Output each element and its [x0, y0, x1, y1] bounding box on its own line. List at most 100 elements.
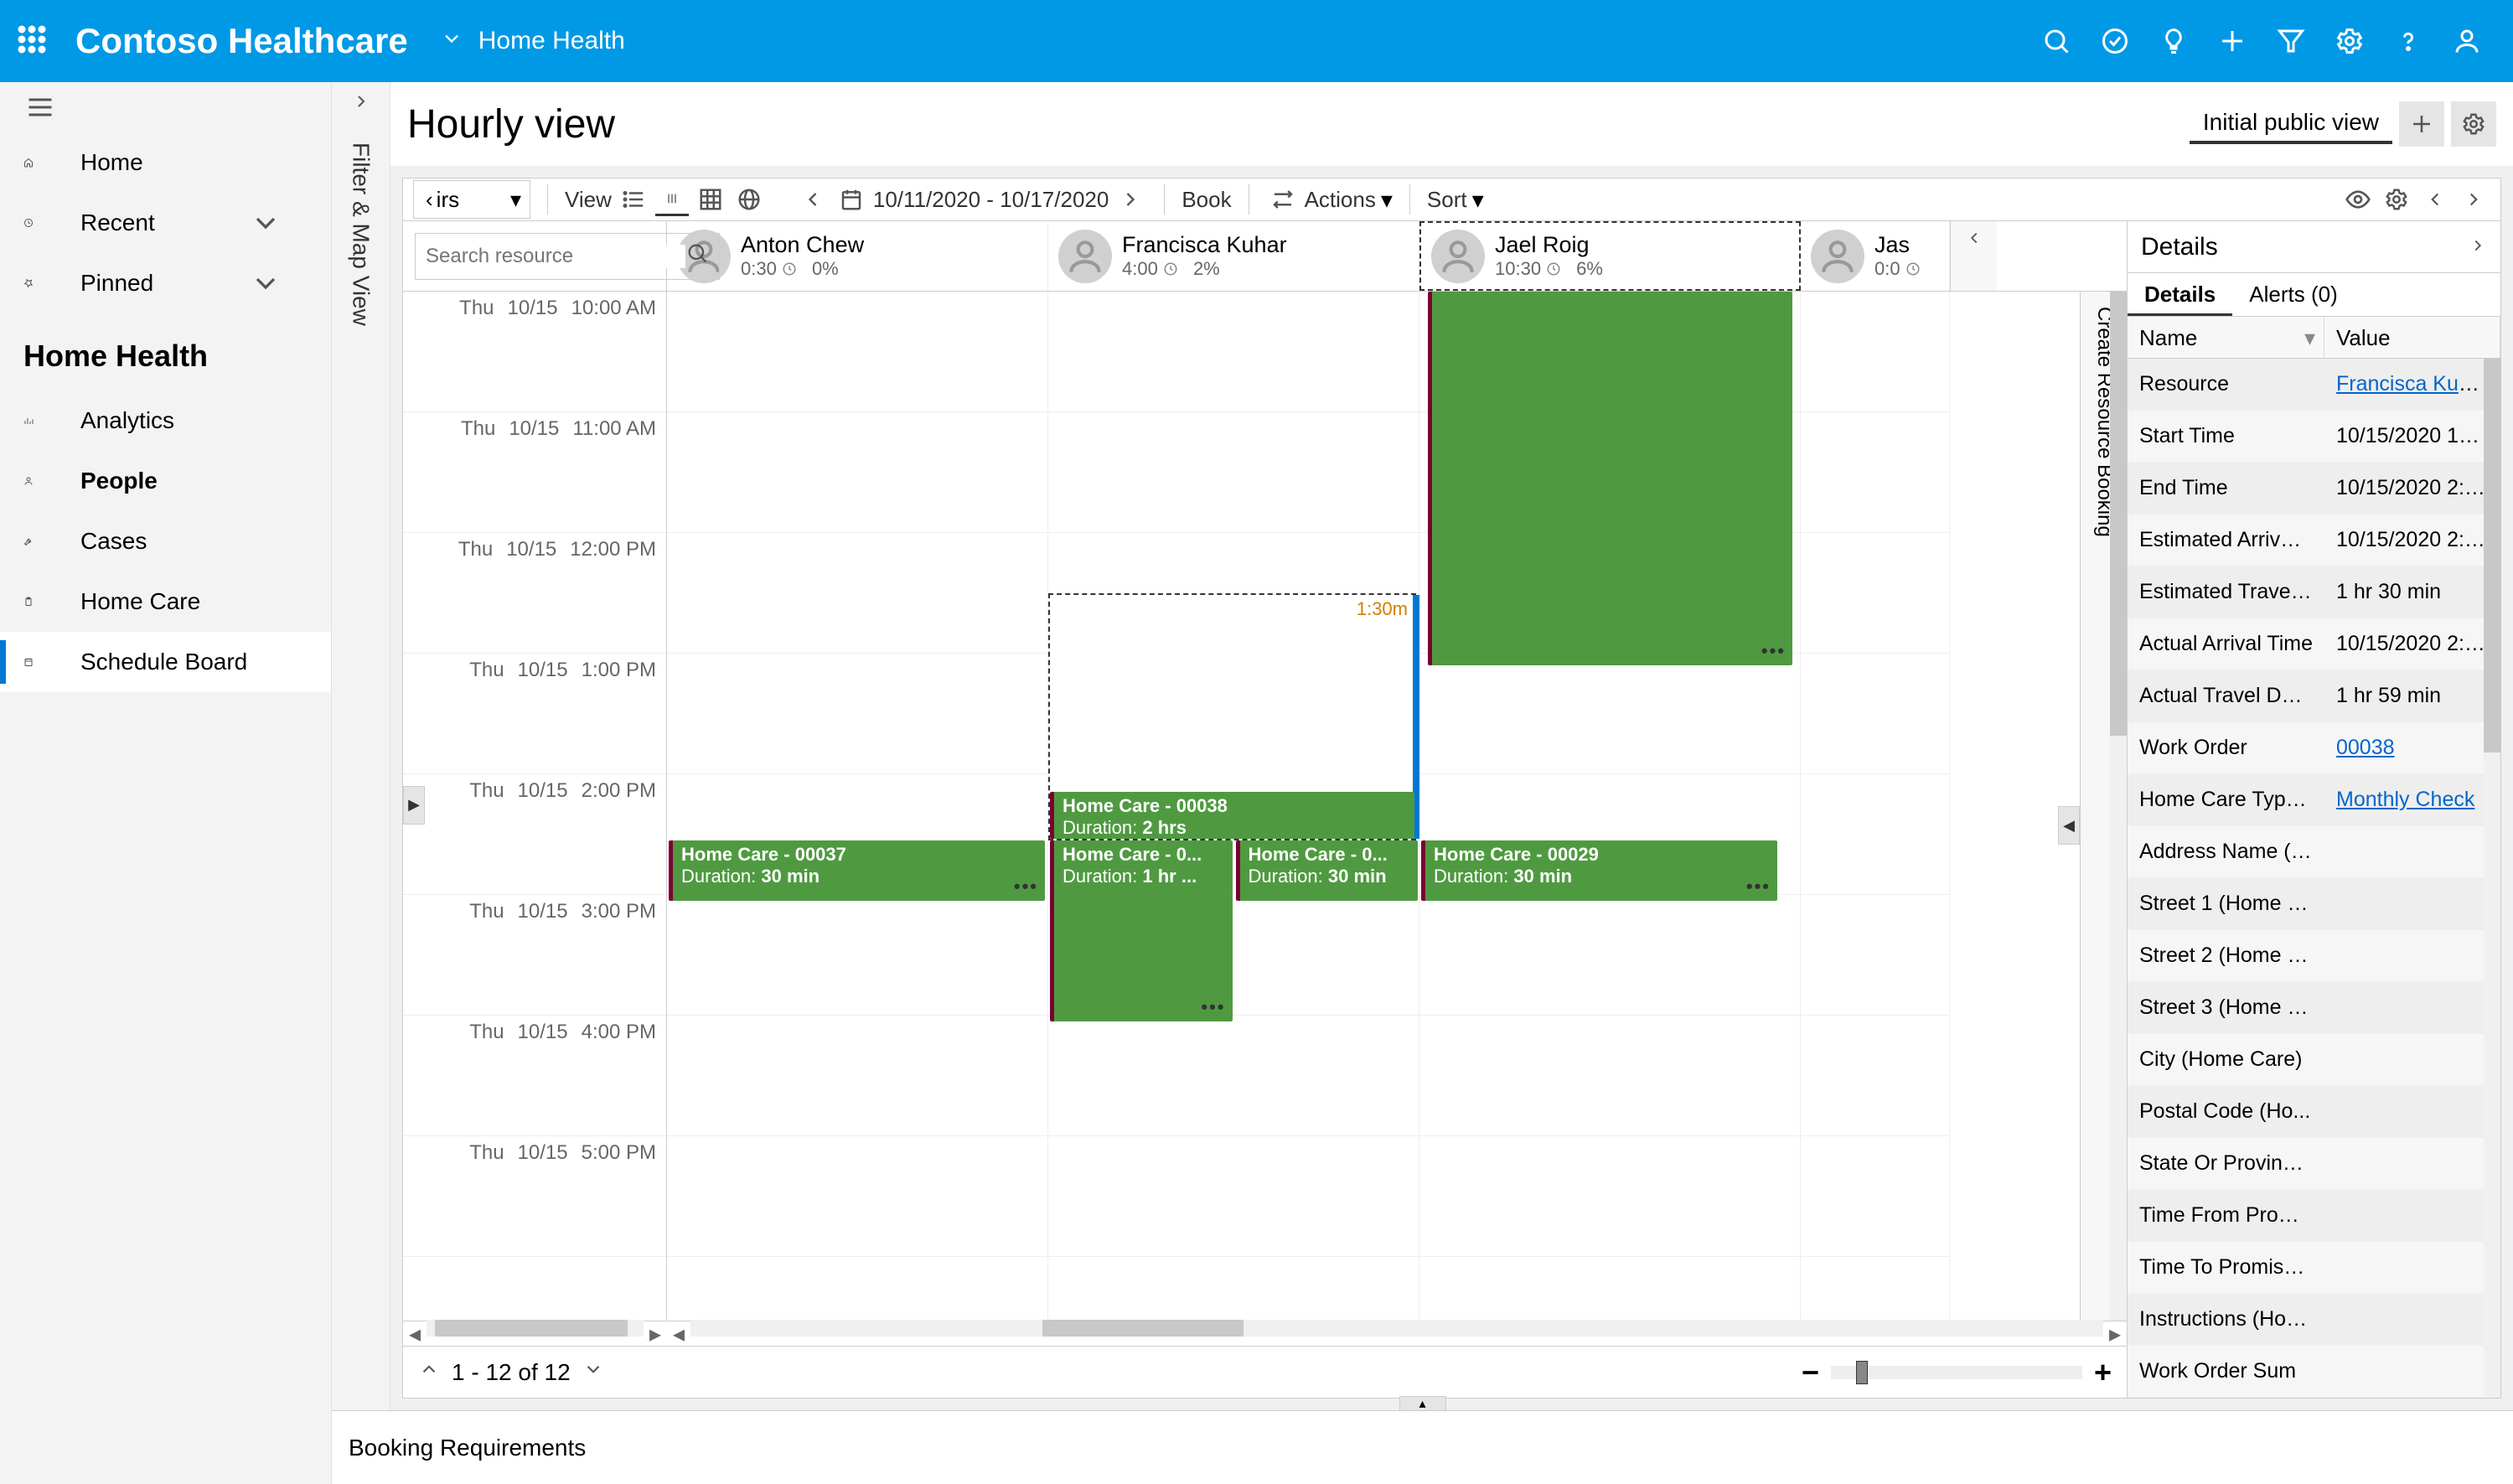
- view-grid-icon[interactable]: [694, 183, 727, 216]
- view-list-icon[interactable]: [617, 183, 650, 216]
- filter-map-strip[interactable]: Filter & Map View: [332, 82, 390, 1410]
- search-input[interactable]: [426, 245, 685, 268]
- tab-initial-public-view[interactable]: Initial public view: [2190, 104, 2392, 144]
- nav-people[interactable]: People: [0, 451, 331, 511]
- vertical-scrollbar-details[interactable]: [2484, 359, 2500, 1398]
- details-grid-header: Name Value: [2128, 317, 2500, 359]
- details-col-value[interactable]: Value: [2324, 317, 2500, 358]
- filter-icon[interactable]: [2262, 12, 2320, 70]
- hscroll-gutter-track[interactable]: [427, 1320, 644, 1337]
- booking-block[interactable]: Home Care - 0...Duration: 30 min: [1236, 840, 1419, 901]
- gear-icon[interactable]: [2380, 183, 2413, 216]
- calendar-icon[interactable]: [835, 183, 868, 216]
- vertical-scrollbar-lanes[interactable]: [2110, 292, 2127, 1321]
- nav-pinned[interactable]: Pinned: [0, 253, 331, 313]
- hscroll-lanes-track[interactable]: [690, 1320, 2103, 1337]
- booking-block[interactable]: Home Care - 00029Duration: 30 min•••: [1421, 840, 1777, 901]
- details-link[interactable]: Monthly Check: [2336, 788, 2474, 811]
- settings-icon[interactable]: [2320, 12, 2379, 70]
- details-row: Estimated Travel ...1 hr 30 min: [2128, 566, 2500, 618]
- book-label[interactable]: Book: [1182, 187, 1231, 213]
- booking-menu-icon[interactable]: •••: [1761, 640, 1786, 662]
- search-icon[interactable]: [685, 241, 709, 271]
- app-launcher-icon[interactable]: [17, 24, 50, 58]
- zoom-slider[interactable]: [1831, 1366, 2082, 1379]
- user-icon[interactable]: [2438, 12, 2496, 70]
- hscroll-row: ◂ ▸ ◂ ▸: [403, 1321, 2127, 1346]
- pager-down-button[interactable]: [582, 1358, 604, 1386]
- app-name[interactable]: Contoso Healthcare: [75, 21, 408, 61]
- booking-block[interactable]: Home Care - 00038 Duration: 2 hrs: [1050, 792, 1414, 839]
- task-icon[interactable]: [2086, 12, 2144, 70]
- zoom-in-button[interactable]: +: [2094, 1355, 2112, 1390]
- search-icon[interactable]: [2027, 12, 2086, 70]
- scroll-left-button[interactable]: [2418, 183, 2452, 216]
- details-link[interactable]: 00038: [2336, 736, 2395, 759]
- view-map-icon[interactable]: [732, 183, 766, 216]
- details-field-value: 1 hr 30 min: [2324, 580, 2500, 604]
- nav-recent[interactable]: Recent: [0, 193, 331, 253]
- hscroll-right[interactable]: ▸: [644, 1320, 667, 1347]
- time-row: Thu10/151:00 PM: [403, 654, 666, 774]
- schedule-lanes[interactable]: ••• 1:30m Home Care - 00038 Duration: 2 h…: [667, 292, 2080, 1321]
- details-link[interactable]: Francisca Kuhar: [2336, 372, 2489, 396]
- hscroll-lanes-left[interactable]: ◂: [667, 1320, 690, 1347]
- tab-details[interactable]: Details: [2128, 273, 2232, 316]
- resource-cell[interactable]: Jael Roig 10:30 6%: [1419, 221, 1801, 291]
- area-switcher-icon[interactable]: [440, 27, 463, 56]
- booking-block[interactable]: Home Care - 0...Duration: 1 hr ...•••: [1050, 840, 1233, 1021]
- add-icon[interactable]: [2203, 12, 2262, 70]
- nav-analytics[interactable]: Analytics: [0, 390, 331, 451]
- booking-menu-icon[interactable]: •••: [1201, 996, 1225, 1018]
- swap-icon[interactable]: [1266, 183, 1300, 216]
- chevron-right-icon[interactable]: [351, 90, 371, 117]
- nav-home[interactable]: Home: [0, 132, 331, 193]
- nav-pinned-label: Pinned: [80, 270, 153, 297]
- resource-search-box[interactable]: [415, 233, 720, 280]
- hscroll-left[interactable]: ◂: [403, 1320, 427, 1347]
- chart-icon: [23, 404, 57, 437]
- lightbulb-icon[interactable]: [2144, 12, 2203, 70]
- eye-icon[interactable]: [2341, 183, 2375, 216]
- details-field-name: Time To Promised...: [2128, 1255, 2324, 1280]
- drag-handle-icon[interactable]: ▴: [1399, 1396, 1446, 1411]
- details-field-name: Start Time: [2128, 424, 2324, 448]
- expand-right-button[interactable]: ◀: [2058, 806, 2080, 845]
- nav-homecare[interactable]: Home Care: [0, 571, 331, 632]
- resource-lane[interactable]: [1801, 292, 1950, 1321]
- resource-cell[interactable]: Francisca Kuhar 4:00 2%: [1048, 221, 1419, 291]
- nav-scheduleboard[interactable]: Schedule Board: [0, 632, 331, 692]
- view-hourly-icon[interactable]: [655, 183, 689, 216]
- help-icon[interactable]: [2379, 12, 2438, 70]
- details-field-value: 10/15/2020 2:33 P...: [2324, 476, 2500, 500]
- booking-menu-icon[interactable]: •••: [1746, 876, 1771, 897]
- sort-label[interactable]: Sort: [1427, 187, 1467, 213]
- hscroll-lanes-right[interactable]: ▸: [2103, 1320, 2127, 1347]
- resource-cell[interactable]: Anton Chew 0:30 0%: [667, 221, 1048, 291]
- details-col-name[interactable]: Name: [2128, 317, 2324, 358]
- area-name[interactable]: Home Health: [478, 27, 625, 55]
- date-prev-button[interactable]: [796, 183, 830, 216]
- pager-up-button[interactable]: [418, 1358, 440, 1386]
- booking-drag-frame[interactable]: 1:30m Home Care - 00038 Duration: 2 hrs: [1048, 593, 1416, 840]
- booking-menu-icon[interactable]: •••: [1014, 876, 1038, 897]
- tab-alerts[interactable]: Alerts (0): [2232, 273, 2354, 316]
- create-resource-booking-strip[interactable]: [1950, 221, 1997, 291]
- booking-block-large[interactable]: •••: [1428, 292, 1792, 665]
- details-field-name: Work Order: [2128, 736, 2324, 760]
- nav-cases[interactable]: Cases: [0, 511, 331, 571]
- resource-cell[interactable]: Jas 0:0: [1801, 221, 1950, 291]
- scope-dropdown[interactable]: ‹irs: [413, 180, 530, 219]
- actions-label[interactable]: Actions: [1305, 187, 1376, 213]
- nav-collapse-icon[interactable]: [0, 82, 331, 132]
- chevron-right-icon[interactable]: [2469, 233, 2487, 261]
- date-next-button[interactable]: [1114, 183, 1147, 216]
- booking-block[interactable]: Home Care - 00037Duration: 30 min•••: [669, 840, 1045, 901]
- resource-lane[interactable]: [667, 292, 1048, 1321]
- zoom-out-button[interactable]: −: [1802, 1355, 1819, 1390]
- scroll-right-button[interactable]: [2457, 183, 2490, 216]
- add-tab-button[interactable]: [2399, 101, 2444, 147]
- booking-requirements-bar[interactable]: ▴ Booking Requirements: [332, 1410, 2513, 1484]
- expand-left-button[interactable]: ▶: [403, 786, 425, 825]
- tab-settings-button[interactable]: [2451, 101, 2496, 147]
